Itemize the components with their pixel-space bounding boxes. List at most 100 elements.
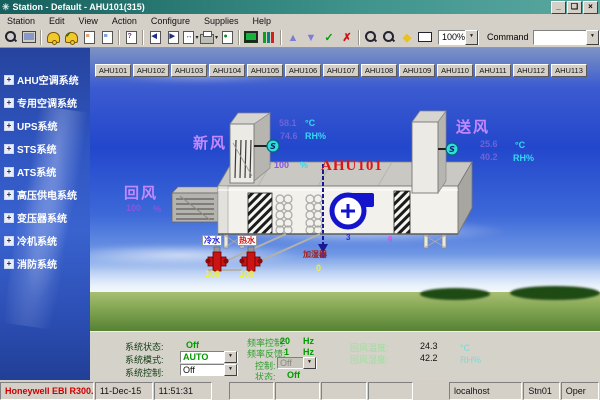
page-forward-icon: ▶ <box>168 31 179 44</box>
fresh-damper-position: 100 <box>274 160 289 170</box>
chilled-water-valve[interactable] <box>205 247 228 271</box>
expand-icon[interactable]: + <box>4 144 14 154</box>
close-button[interactable]: × <box>583 1 598 14</box>
minimize-button[interactable]: _ <box>551 1 566 14</box>
cancel-button[interactable]: ✗ <box>338 29 356 46</box>
sidebar-item-label: 高压供电系统 <box>17 187 77 202</box>
menu-station[interactable]: Station <box>0 16 42 26</box>
expand-icon[interactable]: + <box>4 190 14 200</box>
sidebar-item[interactable]: +ATS系统 <box>4 160 90 183</box>
alarm-page-button[interactable]: ≡ <box>80 29 98 46</box>
return-rh-unit: RH% <box>460 355 481 365</box>
print-page-button[interactable]: ▾ <box>200 29 218 46</box>
page-back-button[interactable]: ◀ <box>146 29 164 46</box>
fresh-air-duct[interactable] <box>230 113 270 183</box>
hot-water-valve[interactable] <box>239 247 262 271</box>
toolbar: ✓≡≡?◀▶↔▾▾●▲▼✓✗◆ 100% ▼ Command ▼ <box>0 27 600 48</box>
expand-icon[interactable]: + <box>4 213 14 223</box>
page-forward-button[interactable]: ▶ <box>164 29 182 46</box>
cancel-icon: ✗ <box>342 28 351 46</box>
trend-icon <box>263 32 275 43</box>
system-mode-select[interactable]: AUTO ▼ <box>180 351 238 363</box>
command-label: Command <box>487 32 529 42</box>
event-summary-button[interactable]: ≡ <box>98 29 116 46</box>
fresh-air-rh-unit: RH% <box>305 131 326 141</box>
toolbar-separator <box>118 30 120 45</box>
raise-button[interactable]: ▲ <box>284 29 302 46</box>
zoom-dropdown-icon[interactable]: ▼ <box>465 30 478 45</box>
supply-air-duct[interactable] <box>412 111 446 193</box>
system-mode-dropdown-icon[interactable]: ▼ <box>224 351 237 363</box>
sidebar-item[interactable]: +AHU空调系统 <box>4 68 90 91</box>
zoom-combo[interactable]: 100% ▼ <box>438 30 479 45</box>
zoom-button[interactable] <box>380 29 398 46</box>
system-control-select[interactable]: Off ▼ <box>180 364 238 376</box>
vfd-control-select[interactable]: Off ▼ <box>277 357 317 369</box>
return-air-duct[interactable] <box>172 187 224 222</box>
sidebar-item-label: UPS系统 <box>17 118 58 133</box>
statusbar-blank-3 <box>321 382 366 400</box>
expand-icon[interactable]: + <box>4 121 14 131</box>
return-damper-position: 100 <box>126 203 141 213</box>
alarm-summary-button[interactable] <box>44 29 62 46</box>
command-dropdown-icon[interactable]: ▼ <box>586 30 599 45</box>
capture-button[interactable]: ● <box>218 29 236 46</box>
recall-page-dropdown-icon[interactable]: ▾ <box>195 34 198 41</box>
pan-button[interactable] <box>362 29 380 46</box>
menu-help[interactable]: Help <box>245 16 278 26</box>
supply-air-rh: 40.2 <box>480 152 498 162</box>
menu-edit[interactable]: Edit <box>42 16 72 26</box>
find-button[interactable] <box>2 29 20 46</box>
trend-button[interactable] <box>260 29 278 46</box>
zoom-area-icon <box>418 32 432 42</box>
recall-page-button[interactable]: ↔▾ <box>182 29 200 46</box>
expand-icon[interactable]: + <box>4 98 14 108</box>
status-bar: Honeywell EBI R300.111-Dec-1511:51:31loc… <box>0 380 600 400</box>
fresh-air-rh: 74.6 <box>280 131 298 141</box>
capture-icon: ● <box>222 31 233 44</box>
find-icon <box>5 31 17 43</box>
sidebar-item[interactable]: +消防系统 <box>4 252 90 275</box>
lower-button[interactable]: ▼ <box>302 29 320 46</box>
statusbar-gap-1 <box>213 382 228 400</box>
sidebar-item[interactable]: +变压器系统 <box>4 206 90 229</box>
network-status-button[interactable] <box>242 29 260 46</box>
system-status-value: Off <box>186 340 199 350</box>
accept-button[interactable]: ✓ <box>320 29 338 46</box>
sidebar-item[interactable]: +高压供电系统 <box>4 183 90 206</box>
acknowledge-alarm-button[interactable]: ✓ <box>62 29 80 46</box>
final-filter[interactable] <box>394 191 410 234</box>
system-control-value: Off <box>183 365 195 375</box>
help-button[interactable]: ? <box>122 29 140 46</box>
graphic-page: AHU101AHU102AHU103AHU104AHU105AHU106AHU1… <box>90 48 600 380</box>
expand-icon[interactable]: + <box>4 236 14 246</box>
sidebar-item[interactable]: +UPS系统 <box>4 114 90 137</box>
fresh-air-label: 新风 <box>193 132 227 153</box>
menu-configure[interactable]: Configure <box>144 16 197 26</box>
maximize-button[interactable]: ❏ <box>567 1 582 14</box>
freq-control-value: 20 <box>280 336 290 346</box>
statusbar-gap-2 <box>414 382 448 400</box>
display-select-button[interactable] <box>20 29 38 46</box>
menu-action[interactable]: Action <box>105 16 144 26</box>
fresh-air-temp: 58.1 <box>279 118 297 128</box>
freq-feedback-unit: Hz <box>303 347 314 357</box>
system-mode-value: AUTO <box>183 352 208 362</box>
expand-icon[interactable]: + <box>4 259 14 269</box>
vfd-control-dropdown-icon[interactable]: ▼ <box>303 357 316 369</box>
expand-icon[interactable]: + <box>4 167 14 177</box>
expand-icon[interactable]: + <box>4 75 14 85</box>
pre-filter[interactable] <box>248 193 272 234</box>
system-control-dropdown-icon[interactable]: ▼ <box>224 364 237 376</box>
menu-view[interactable]: View <box>72 16 105 26</box>
statusbar-blank-2 <box>275 382 320 400</box>
statusbar-blank-1 <box>229 382 274 400</box>
sidebar-item[interactable]: +STS系统 <box>4 137 90 160</box>
command-input[interactable]: ▼ <box>533 30 600 45</box>
sidebar-item[interactable]: +专用空调系统 <box>4 91 90 114</box>
view-3d-button[interactable]: ◆ <box>398 29 416 46</box>
menu-supplies[interactable]: Supplies <box>197 16 246 26</box>
zoom-area-button[interactable] <box>416 29 434 46</box>
sidebar-item[interactable]: +冷机系统 <box>4 229 90 252</box>
sidebar-item-label: 变压器系统 <box>17 210 67 225</box>
